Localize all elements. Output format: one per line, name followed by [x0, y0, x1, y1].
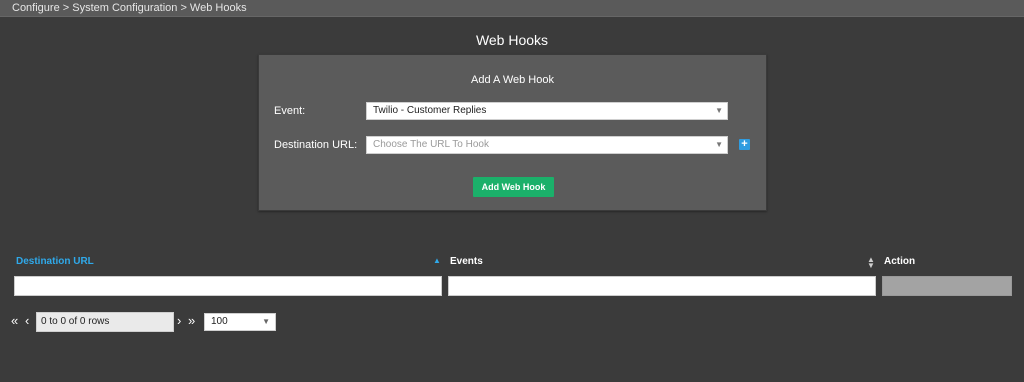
events-filter-input[interactable] — [448, 276, 876, 296]
last-page-icon[interactable]: » — [188, 313, 195, 329]
previous-page-icon[interactable]: ‹ — [25, 313, 29, 329]
page-size-select[interactable]: 100 ▼ — [204, 313, 276, 331]
destination-url-filter-input[interactable] — [14, 276, 442, 296]
panel-title: Add A Web Hook — [471, 74, 554, 86]
column-header-action: Action — [884, 256, 916, 267]
page-size-value: 100 — [211, 316, 228, 327]
add-web-hook-panel: Add A Web Hook Event: Twilio - Customer … — [258, 54, 767, 211]
column-header-events[interactable]: Events — [450, 256, 483, 267]
event-label: Event: — [274, 105, 306, 117]
next-page-icon[interactable]: › — [177, 313, 181, 329]
destination-url-label: Destination URL: — [274, 139, 358, 151]
action-filter-cell — [882, 276, 1012, 296]
add-url-plus-icon[interactable]: + — [739, 139, 750, 150]
chevron-down-icon: ▼ — [715, 140, 723, 149]
rows-count: 0 to 0 of 0 rows — [36, 312, 174, 332]
destination-url-placeholder: Choose The URL To Hook — [373, 139, 489, 150]
sort-both-icon[interactable]: ▲ ▼ — [867, 256, 875, 270]
event-select[interactable]: Twilio - Customer Replies ▼ — [366, 102, 728, 120]
sort-ascending-icon[interactable]: ▲ — [433, 256, 441, 265]
chevron-down-icon: ▼ — [262, 317, 270, 326]
breadcrumb-bar: Configure > System Configuration > Web H… — [0, 0, 1024, 17]
first-page-icon[interactable]: « — [11, 313, 18, 329]
page-title: Web Hooks — [475, 32, 549, 48]
chevron-down-icon: ▼ — [715, 106, 723, 115]
event-select-value: Twilio - Customer Replies — [373, 105, 487, 116]
breadcrumb: Configure > System Configuration > Web H… — [12, 2, 247, 14]
destination-url-select[interactable]: Choose The URL To Hook ▼ — [366, 136, 728, 154]
add-web-hook-button[interactable]: Add Web Hook — [473, 177, 554, 197]
column-header-destination-url[interactable]: Destination URL — [16, 256, 94, 267]
